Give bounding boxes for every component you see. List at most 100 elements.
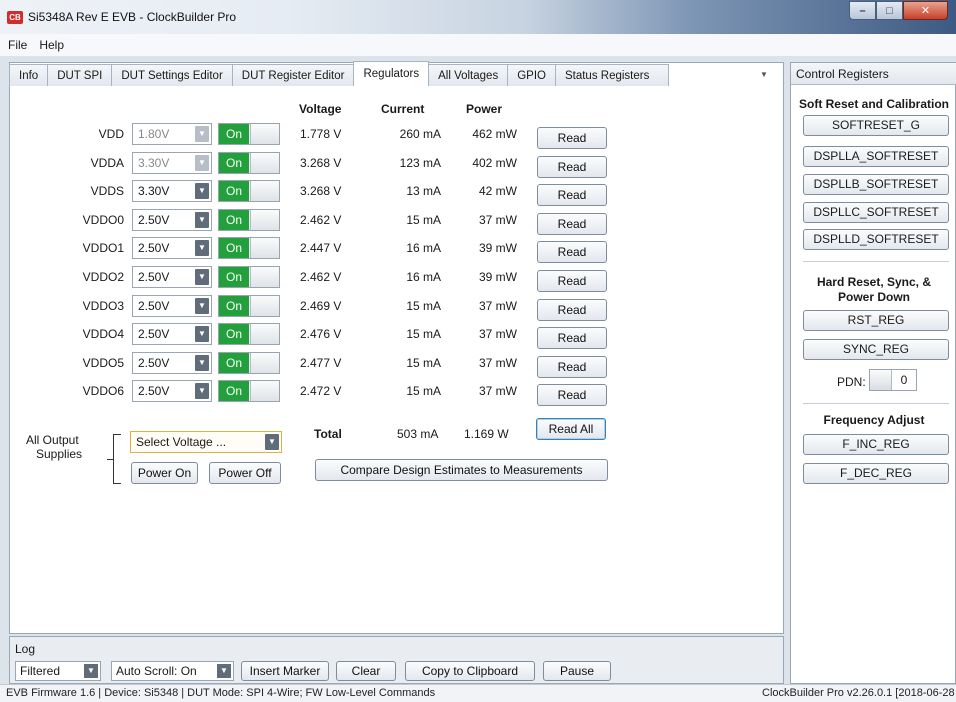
voltage-select-vddo3[interactable]: 2.50V ▼ [132, 295, 212, 317]
chevron-down-icon: ▼ [265, 434, 279, 450]
voltage-select-vddo5[interactable]: 2.50V ▼ [132, 352, 212, 374]
f-inc-reg-button[interactable]: F_INC_REG [803, 434, 949, 455]
dsplld-softreset-button[interactable]: DSPLLD_SOFTRESET [803, 229, 949, 250]
pdn-label: PDN: [837, 375, 866, 389]
power-toggle-vdda[interactable]: On [218, 152, 280, 174]
current-value: 15 mA [406, 356, 441, 370]
tab-gpio[interactable]: GPIO [507, 64, 556, 86]
voltage-select-vddo1[interactable]: 2.50V ▼ [132, 237, 212, 259]
toggle-on-label: On [219, 296, 249, 316]
current-value: 260 mA [399, 127, 441, 141]
toggle-on-label: On [219, 381, 249, 401]
voltage-select-vdds[interactable]: 3.30V ▼ [132, 180, 212, 202]
tab-dut-register-editor[interactable]: DUT Register Editor [231, 64, 355, 86]
toggle-knob[interactable] [250, 381, 279, 401]
pdn-toggle[interactable]: 0 [869, 369, 917, 391]
toggle-knob[interactable] [250, 124, 279, 144]
toggle-on-label: On [219, 181, 249, 201]
tab-dut-settings-editor[interactable]: DUT Settings Editor [111, 64, 233, 86]
regulator-label-vddo6: VDDO6 [82, 384, 124, 398]
dspllc-softreset-button[interactable]: DSPLLC_SOFTRESET [803, 202, 949, 223]
power-off-button[interactable]: Power Off [209, 462, 281, 484]
power-toggle-vddo6[interactable]: On [218, 380, 280, 402]
power-value: 37 mW [478, 356, 517, 370]
voltage-select-vddo2[interactable]: 2.50V ▼ [132, 266, 212, 288]
power-toggle-vddo5[interactable]: On [218, 352, 280, 374]
dspllb-softreset-button[interactable]: DSPLLB_SOFTRESET [803, 174, 949, 195]
toggle-knob[interactable] [250, 181, 279, 201]
pause-log-button[interactable]: Pause [543, 661, 611, 681]
auto-scroll-select[interactable]: Auto Scroll: On ▼ [111, 661, 234, 681]
tab-dut-spi[interactable]: DUT SPI [47, 64, 113, 86]
compare-estimates-button[interactable]: Compare Design Estimates to Measurements [315, 459, 608, 481]
rst-reg-button[interactable]: RST_REG [803, 310, 949, 331]
all-output-voltage-select[interactable]: Select Voltage ... ▼ [130, 431, 282, 453]
log-filter-select[interactable]: Filtered ▼ [15, 661, 101, 681]
read-button-vddo6[interactable]: Read [537, 384, 607, 406]
read-button-vddo1[interactable]: Read [537, 241, 607, 263]
read-button-vdds[interactable]: Read [537, 184, 607, 206]
copy-to-clipboard-button[interactable]: Copy to Clipboard [405, 661, 535, 681]
voltage-select-vddo4[interactable]: 2.50V ▼ [132, 323, 212, 345]
header-power: Power [466, 102, 503, 116]
header-voltage: Voltage [299, 102, 342, 116]
tab-status-registers[interactable]: Status Registers [554, 64, 669, 86]
regulator-label-vdds: VDDS [90, 184, 124, 198]
regulator-label-vddo3: VDDO3 [82, 299, 124, 313]
voltage-setting: 3.30V [138, 184, 170, 198]
clear-log-button[interactable]: Clear [336, 661, 396, 681]
sync-reg-button[interactable]: SYNC_REG [803, 339, 949, 360]
toggle-knob[interactable] [250, 324, 279, 344]
voltage-value: 3.268 V [300, 184, 342, 198]
softreset-g-button[interactable]: SOFTRESET_G [803, 115, 949, 136]
read-all-button[interactable]: Read All [536, 418, 606, 440]
read-button-vddo0[interactable]: Read [537, 213, 607, 235]
menu-help[interactable]: Help [37, 37, 66, 53]
maximize-button[interactable]: □ [876, 1, 903, 20]
current-value: 15 mA [406, 213, 441, 227]
power-toggle-vddo4[interactable]: On [218, 323, 280, 345]
read-button-vddo2[interactable]: Read [537, 270, 607, 292]
power-toggle-vddo3[interactable]: On [218, 295, 280, 317]
read-button-vdda[interactable]: Read [537, 156, 607, 178]
dsplla-softreset-button[interactable]: DSPLLA_SOFTRESET [803, 146, 949, 167]
toggle-knob[interactable] [250, 353, 279, 373]
voltage-select-vddo0[interactable]: 2.50V ▼ [132, 209, 212, 231]
insert-marker-button[interactable]: Insert Marker [241, 661, 329, 681]
read-button-vdd[interactable]: Read [537, 127, 607, 149]
power-toggle-vdd[interactable]: On [218, 123, 280, 145]
minimize-button[interactable]: – [849, 1, 876, 20]
power-toggle-vddo2[interactable]: On [218, 266, 280, 288]
power-on-button[interactable]: Power On [131, 462, 198, 484]
chevron-down-icon: ▼ [195, 355, 209, 371]
voltage-setting: 2.50V [138, 270, 170, 284]
status-left: EVB Firmware 1.6 | Device: Si5348 | DUT … [6, 687, 436, 699]
app-logo-icon: CB [7, 11, 23, 24]
chevron-down-icon: ▼ [195, 269, 209, 285]
chevron-down-icon: ▼ [195, 212, 209, 228]
read-button-vddo4[interactable]: Read [537, 327, 607, 349]
regulator-label-vdd: VDD [98, 127, 124, 141]
power-toggle-vddo0[interactable]: On [218, 209, 280, 231]
power-down-heading: Power Down [837, 290, 910, 304]
pdn-switch[interactable] [870, 370, 892, 390]
tab-all-voltages[interactable]: All Voltages [428, 64, 509, 86]
menu-file[interactable]: File [6, 37, 29, 53]
tab-regulators[interactable]: Regulators [353, 61, 430, 86]
read-button-vddo5[interactable]: Read [537, 356, 607, 378]
toggle-knob[interactable] [250, 238, 279, 258]
power-toggle-vdds[interactable]: On [218, 180, 280, 202]
read-button-vddo3[interactable]: Read [537, 299, 607, 321]
f-dec-reg-button[interactable]: F_DEC_REG [803, 463, 949, 484]
close-button[interactable]: ✕ [903, 1, 948, 20]
power-toggle-vddo1[interactable]: On [218, 237, 280, 259]
voltage-select-vddo6[interactable]: 2.50V ▼ [132, 380, 212, 402]
tab-overflow-chevron-down-icon[interactable]: ▼ [760, 70, 768, 79]
tab-info[interactable]: Info [9, 64, 49, 86]
toggle-knob[interactable] [250, 267, 279, 287]
toggle-knob[interactable] [250, 296, 279, 316]
voltage-setting: 2.50V [138, 356, 170, 370]
toggle-knob[interactable] [250, 210, 279, 230]
toggle-knob[interactable] [250, 153, 279, 173]
voltage-value: 2.477 V [300, 356, 342, 370]
